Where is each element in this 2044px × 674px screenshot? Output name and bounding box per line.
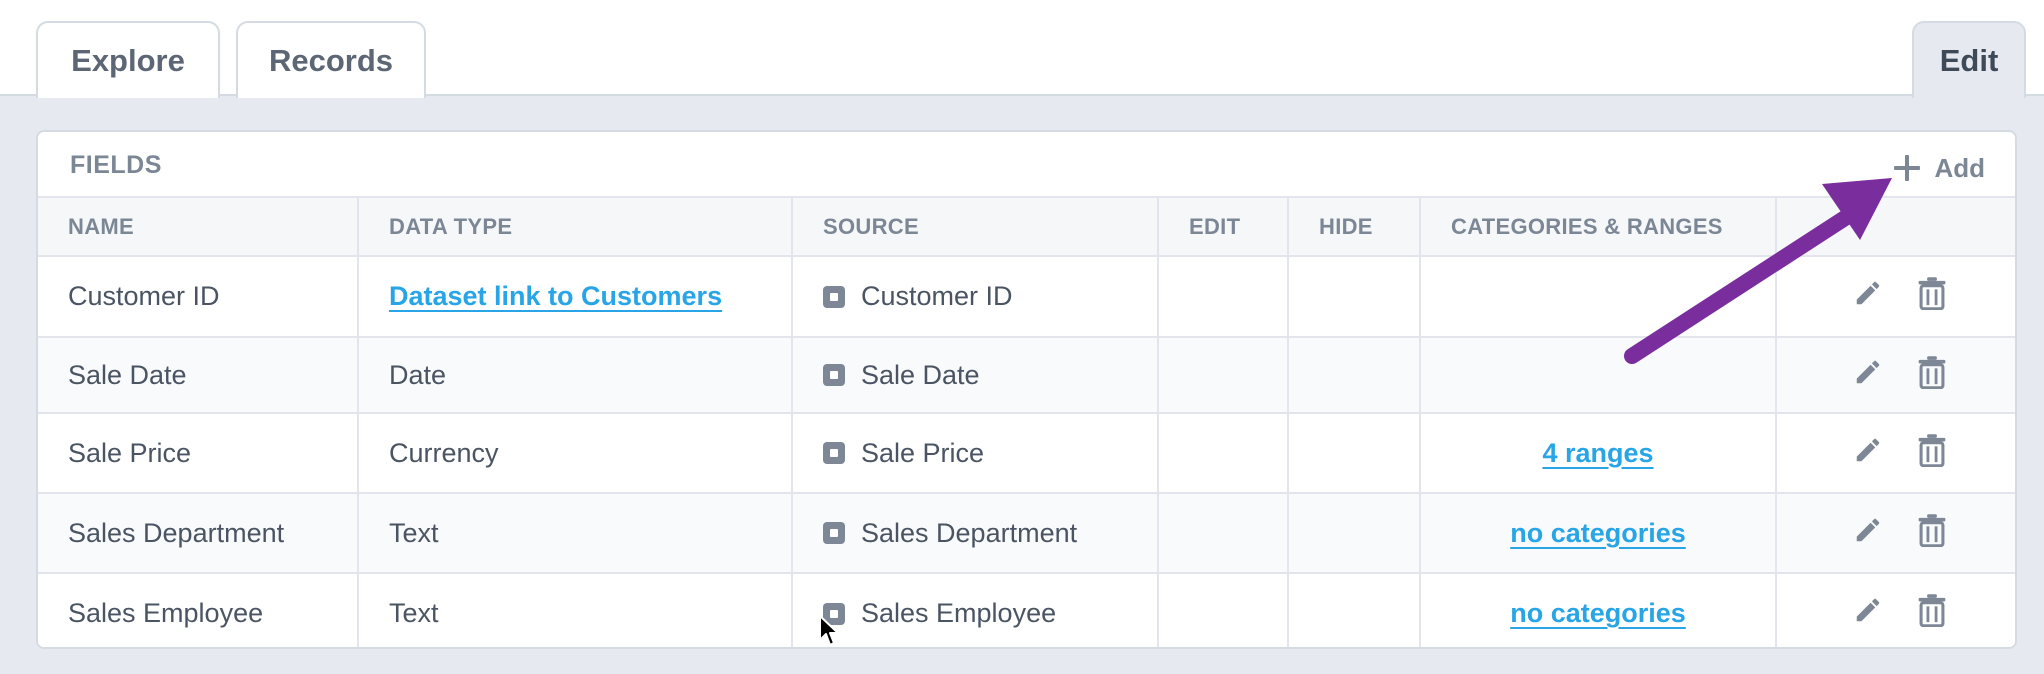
row-actions xyxy=(1775,493,2015,574)
field-data-type: Text xyxy=(357,573,792,647)
pencil-icon[interactable] xyxy=(1853,595,1883,632)
field-name: Customer ID xyxy=(38,256,358,338)
column-header-edit[interactable]: EDIT xyxy=(1157,196,1288,257)
source-field-icon xyxy=(823,522,845,544)
field-data-type: Date xyxy=(357,337,792,414)
field-data-type: Dataset link to Customers xyxy=(357,256,792,338)
categories-link[interactable]: no categories xyxy=(1510,518,1686,548)
hide-cell xyxy=(1287,493,1420,574)
pencil-icon[interactable] xyxy=(1853,515,1883,552)
mouse-cursor-icon xyxy=(819,615,839,646)
add-button-label: Add xyxy=(1934,152,1985,183)
fields-panel: FIELDS Add NAME DATA TYPE SOURCE EDIT HI… xyxy=(36,130,2017,649)
table-row: Customer ID Dataset link to Customers Cu… xyxy=(38,256,2015,338)
source-field-icon xyxy=(823,285,845,308)
hide-cell xyxy=(1287,573,1420,647)
source-label: Sales Department xyxy=(861,517,1078,548)
tab-explore[interactable]: Explore xyxy=(36,21,220,98)
field-name: Sale Date xyxy=(38,337,358,414)
field-name: Sales Employee xyxy=(38,573,358,647)
categories-cell: no categories xyxy=(1419,493,1776,574)
source-field-icon xyxy=(823,364,845,386)
table-row: Sale Date Date Sale Date xyxy=(38,337,2015,414)
column-header-name[interactable]: NAME xyxy=(38,196,358,257)
table-row: Sales Department Text Sales Department n… xyxy=(38,493,2015,574)
row-actions xyxy=(1775,413,2015,494)
edit-cell xyxy=(1157,493,1288,574)
source-label: Sales Employee xyxy=(861,598,1057,628)
categories-cell: no categories xyxy=(1419,573,1776,647)
hide-cell xyxy=(1287,337,1420,414)
field-source: Sales Employee xyxy=(791,573,1158,647)
field-source: Sale Date xyxy=(791,337,1158,414)
source-label: Customer ID xyxy=(861,281,1013,311)
field-name: Sale Price xyxy=(38,413,358,494)
dataset-link[interactable]: Dataset link to Customers xyxy=(389,281,722,311)
trash-icon[interactable] xyxy=(1917,433,1947,474)
categories-cell xyxy=(1419,256,1776,338)
source-label: Sale Date xyxy=(861,359,980,390)
plus-icon xyxy=(1894,155,1921,181)
trash-icon[interactable] xyxy=(1917,355,1947,396)
pencil-icon[interactable] xyxy=(1853,435,1883,472)
edit-cell xyxy=(1157,256,1288,338)
pencil-icon[interactable] xyxy=(1853,357,1883,394)
hide-cell xyxy=(1287,256,1420,338)
panel-title: FIELDS xyxy=(70,151,162,179)
add-field-button[interactable]: Add xyxy=(1894,146,1985,190)
field-source: Sale Price xyxy=(791,413,1158,494)
table-row: Sale Price Currency Sale Price 4 ranges xyxy=(38,413,2015,494)
fields-table: NAME DATA TYPE SOURCE EDIT HIDE CATEGORI… xyxy=(38,196,2015,647)
tab-bar: Explore Records Edit xyxy=(0,0,2044,98)
edit-cell xyxy=(1157,337,1288,414)
trash-icon[interactable] xyxy=(1917,513,1947,554)
tab-records[interactable]: Records xyxy=(236,21,426,98)
source-field-icon xyxy=(823,442,845,464)
column-header-hide[interactable]: HIDE xyxy=(1287,196,1420,257)
field-data-type: Text xyxy=(357,493,792,574)
row-actions xyxy=(1775,256,2015,338)
column-header-data-type[interactable]: DATA TYPE xyxy=(357,196,792,257)
row-actions xyxy=(1775,573,2015,647)
tab-edit[interactable]: Edit xyxy=(1912,21,2026,98)
pencil-icon[interactable] xyxy=(1853,278,1883,315)
table-row: Sales Employee Text Sales Employee no ca… xyxy=(38,573,2015,647)
trash-icon[interactable] xyxy=(1917,593,1947,634)
row-actions xyxy=(1775,337,2015,414)
field-data-type: Currency xyxy=(357,413,792,494)
field-name: Sales Department xyxy=(38,493,358,574)
edit-cell xyxy=(1157,573,1288,647)
ranges-link[interactable]: 4 ranges xyxy=(1542,438,1653,468)
field-source: Customer ID xyxy=(791,256,1158,338)
trash-icon[interactable] xyxy=(1917,276,1947,317)
column-header-actions xyxy=(1775,196,2015,257)
hide-cell xyxy=(1287,413,1420,494)
field-source: Sales Department xyxy=(791,493,1158,574)
categories-cell xyxy=(1419,337,1776,414)
table-header-row: NAME DATA TYPE SOURCE EDIT HIDE CATEGORI… xyxy=(38,196,2015,257)
column-header-categories[interactable]: CATEGORIES & RANGES xyxy=(1419,196,1776,257)
edit-cell xyxy=(1157,413,1288,494)
categories-link[interactable]: no categories xyxy=(1510,598,1686,628)
column-header-source[interactable]: SOURCE xyxy=(791,196,1158,257)
categories-cell: 4 ranges xyxy=(1419,413,1776,494)
source-label: Sale Price xyxy=(861,437,985,468)
